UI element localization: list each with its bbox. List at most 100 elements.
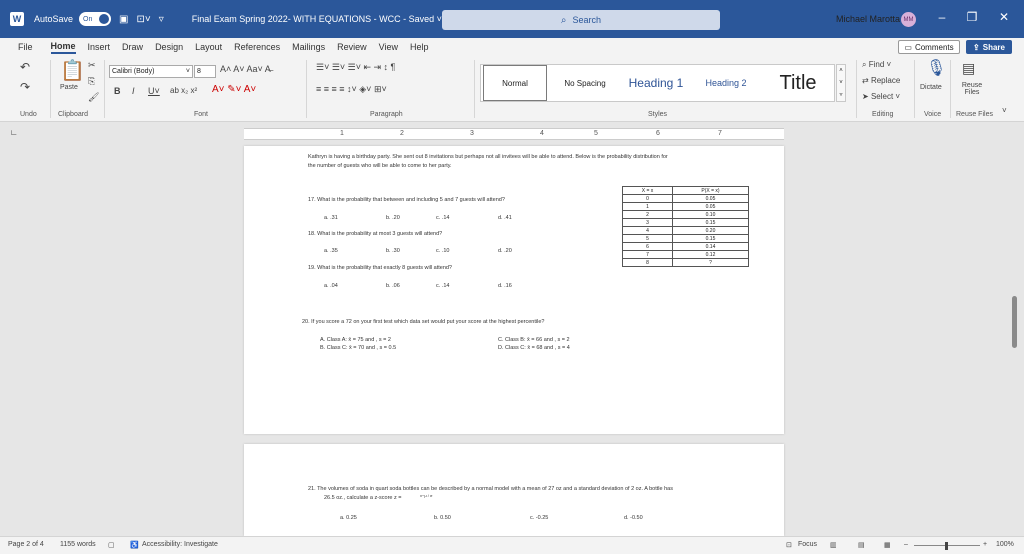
- underline-icon[interactable]: U˅: [148, 86, 160, 96]
- focus-icon: ⊡: [786, 542, 792, 549]
- style-no-spacing[interactable]: No Spacing: [555, 65, 615, 101]
- option-text: c. .10: [436, 248, 450, 254]
- share-button[interactable]: ⇪ Share: [966, 40, 1012, 54]
- tab-review[interactable]: Review: [337, 42, 367, 52]
- group-label-voice: Voice: [924, 111, 942, 118]
- styles-scroll-control[interactable]: ˄ ˅ ▿: [836, 64, 846, 102]
- save-icon[interactable]: ▣: [119, 14, 128, 25]
- table-row: 7 0.12: [622, 250, 749, 259]
- option-text: d. -0.50: [624, 515, 643, 521]
- minimize-icon[interactable]: –: [932, 10, 952, 24]
- style-normal[interactable]: Normal: [483, 65, 547, 101]
- horizontal-ruler[interactable]: 1 2 3 4 5 6 7: [244, 128, 784, 140]
- table-cell: 1: [622, 202, 673, 211]
- group-label-styles: Styles: [648, 111, 668, 118]
- search-icon: ⌕: [560, 14, 567, 26]
- reuse-files-label[interactable]: Reuse Files: [960, 82, 984, 96]
- style-heading-1[interactable]: Heading 1: [621, 65, 691, 101]
- toggle-knob: [99, 14, 110, 24]
- tab-references[interactable]: References: [234, 42, 280, 52]
- font-size-select[interactable]: 8: [194, 65, 216, 78]
- group-label-undo: Undo: [20, 111, 37, 118]
- paste-icon[interactable]: 📋: [60, 58, 85, 83]
- format-painter-icon[interactable]: 🖌: [88, 92, 99, 103]
- word-icon: W: [10, 12, 24, 26]
- group-label-font: Font: [194, 111, 209, 118]
- document-page[interactable]: Kathryn is having a birthday party. She …: [244, 146, 784, 434]
- table-row: 3 0.15: [622, 218, 749, 227]
- tab-view[interactable]: View: [379, 42, 398, 52]
- intro-text-2: the number of guests who will be able to…: [308, 163, 452, 169]
- tab-layout[interactable]: Layout: [195, 42, 222, 52]
- zoom-in-icon[interactable]: +: [983, 541, 987, 548]
- read-mode-icon[interactable]: ▥: [830, 541, 837, 549]
- align-icon[interactable]: ≡ ≡ ≡ ≡ ↕˅ ◈˅ ⊞˅: [316, 84, 387, 95]
- restore-icon[interactable]: ❐: [962, 10, 982, 24]
- proofing-icon[interactable]: ▢: [108, 541, 115, 549]
- close-icon[interactable]: ✕: [994, 10, 1014, 24]
- grow-font-icon[interactable]: A˄ A˅ Aa˅ A̶: [220, 64, 271, 74]
- redo-icon[interactable]: ↷: [20, 80, 30, 94]
- bullets-icon[interactable]: ☰˅ ☰˅ ☰˅ ⇤ ⇥ ↕ ¶: [316, 62, 395, 73]
- dictate-label[interactable]: Dictate: [920, 84, 942, 91]
- document-title[interactable]: Final Exam Spring 2022- WITH EQUATIONS -…: [192, 14, 442, 24]
- tab-home[interactable]: Home: [50, 41, 76, 54]
- autosave-toggle[interactable]: On: [79, 12, 112, 26]
- collapse-ribbon-icon[interactable]: ˅: [1002, 106, 1007, 115]
- styles-gallery: Normal No Spacing Heading 1 Heading 2 Ti…: [480, 64, 835, 102]
- customize-toolbar-icon[interactable]: ▿: [159, 14, 164, 25]
- table-row: 8?: [622, 258, 749, 267]
- option-text: c. .14: [436, 215, 450, 221]
- style-title[interactable]: Title: [763, 65, 833, 101]
- separator: [104, 60, 105, 118]
- tab-selector-icon[interactable]: ∟: [10, 128, 18, 137]
- bold-icon[interactable]: B: [114, 86, 121, 96]
- print-layout-icon[interactable]: ▤: [858, 541, 865, 549]
- copy-icon[interactable]: ⎘: [88, 76, 95, 87]
- option-text: b. .20: [386, 215, 400, 221]
- zoom-out-icon[interactable]: –: [904, 541, 908, 548]
- table-row: 1 0.05: [622, 202, 749, 211]
- option-text: c. -0.25: [530, 515, 549, 521]
- user-name[interactable]: Michael Marotta: [836, 14, 900, 24]
- tab-design[interactable]: Design: [155, 42, 183, 52]
- search-box[interactable]: ⌕ Search: [442, 10, 720, 30]
- style-heading-2[interactable]: Heading 2: [695, 65, 757, 101]
- microphone-icon[interactable]: 🎙: [926, 58, 946, 78]
- focus-mode-button[interactable]: Focus: [798, 541, 817, 548]
- italic-icon[interactable]: I: [132, 86, 135, 96]
- font-name-select[interactable]: Calibri (Body) ˅: [109, 65, 193, 78]
- vertical-scrollbar[interactable]: [1012, 296, 1017, 348]
- replace-button[interactable]: ⇄ Replace: [862, 76, 900, 85]
- option-text: d. .20: [498, 248, 512, 254]
- cut-icon[interactable]: ✂: [88, 60, 96, 71]
- accessibility-status[interactable]: Accessibility: Investigate: [142, 541, 218, 548]
- page-count[interactable]: Page 2 of 4: [8, 541, 44, 548]
- zoom-level[interactable]: 100%: [996, 541, 1014, 548]
- question-18: 18. What is the probability at most 3 gu…: [308, 231, 443, 237]
- tab-draw[interactable]: Draw: [122, 42, 143, 52]
- font-name-value: Calibri (Body): [112, 68, 155, 75]
- tab-help[interactable]: Help: [410, 42, 429, 52]
- undo-quick-icon[interactable]: ⊡˅: [136, 14, 150, 25]
- web-layout-icon[interactable]: ▦: [884, 541, 891, 549]
- undo-icon[interactable]: ↶: [20, 60, 30, 74]
- zoom-slider-thumb[interactable]: [945, 542, 948, 550]
- autosave-label: AutoSave: [34, 14, 74, 24]
- select-button[interactable]: ➤ Select ˅: [862, 92, 900, 101]
- separator: [50, 60, 51, 118]
- strikethrough-icon[interactable]: ab x₂ x²: [170, 86, 197, 95]
- reuse-files-icon[interactable]: ▤: [962, 60, 975, 77]
- avatar[interactable]: MM: [901, 12, 916, 27]
- find-label: Find: [868, 60, 885, 69]
- tab-insert[interactable]: Insert: [88, 42, 111, 52]
- word-count[interactable]: 1155 words: [60, 541, 96, 548]
- tab-mailings[interactable]: Mailings: [292, 42, 325, 52]
- text-effects-icon[interactable]: A˅ ✎˅ A˅: [212, 84, 256, 95]
- find-button[interactable]: ⌕ Find ˅: [862, 60, 891, 70]
- comments-button[interactable]: ▭ Comments: [898, 40, 960, 54]
- select-label: Select: [870, 92, 894, 101]
- tab-file[interactable]: File: [18, 42, 33, 52]
- document-page[interactable]: 21. The volumes of soda in quart soda bo…: [244, 444, 784, 536]
- option-text: C. Class B: x̄ = 66 and , s = 2: [498, 337, 570, 343]
